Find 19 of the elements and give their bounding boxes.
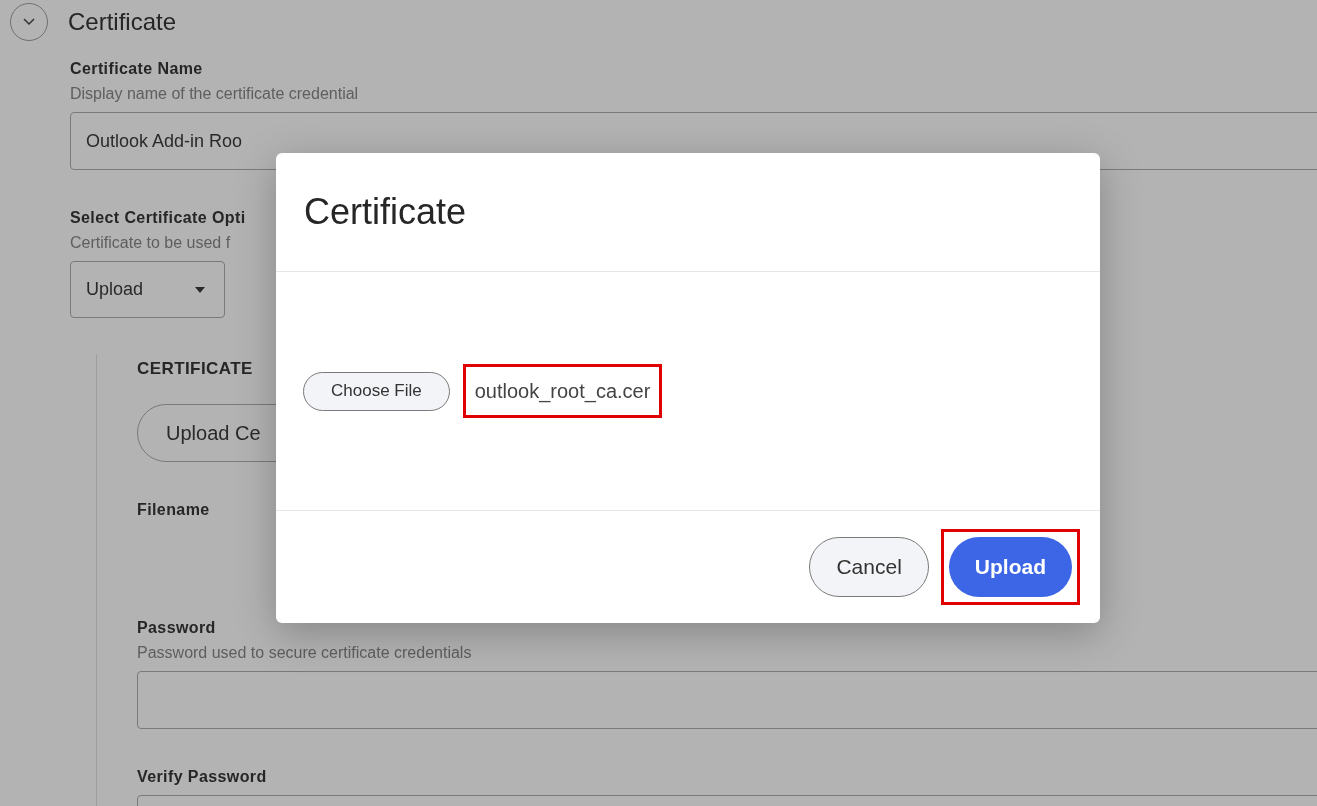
dialog-title: Certificate [304, 190, 467, 234]
file-name: outlook_root_ca.cer [474, 379, 651, 405]
field-label: Verify Password [137, 766, 267, 787]
cancel-button[interactable]: Cancel [809, 537, 929, 597]
field-hint: Password used to secure certificate credentials [137, 642, 472, 663]
caret-icon [195, 286, 205, 293]
field-label: Select Certificate Opti [70, 208, 246, 228]
field-label: Password [137, 617, 216, 638]
field-hint: Display name of the certificate credential [70, 84, 359, 104]
field-label: Filename [137, 499, 210, 520]
field-label: Certificate Name [70, 59, 203, 79]
chevron-icon [23, 18, 35, 26]
upload-button[interactable]: Upload [948, 537, 1072, 597]
field-hint: Certificate to be used f [70, 233, 231, 253]
group-heading: CERTIFICATE [137, 358, 253, 380]
select-dropdown[interactable]: Upload [70, 261, 225, 318]
section-title: Certificate [68, 7, 177, 37]
choose-file-button[interactable]: Choose File [303, 371, 450, 411]
password-field[interactable] [137, 670, 1317, 729]
